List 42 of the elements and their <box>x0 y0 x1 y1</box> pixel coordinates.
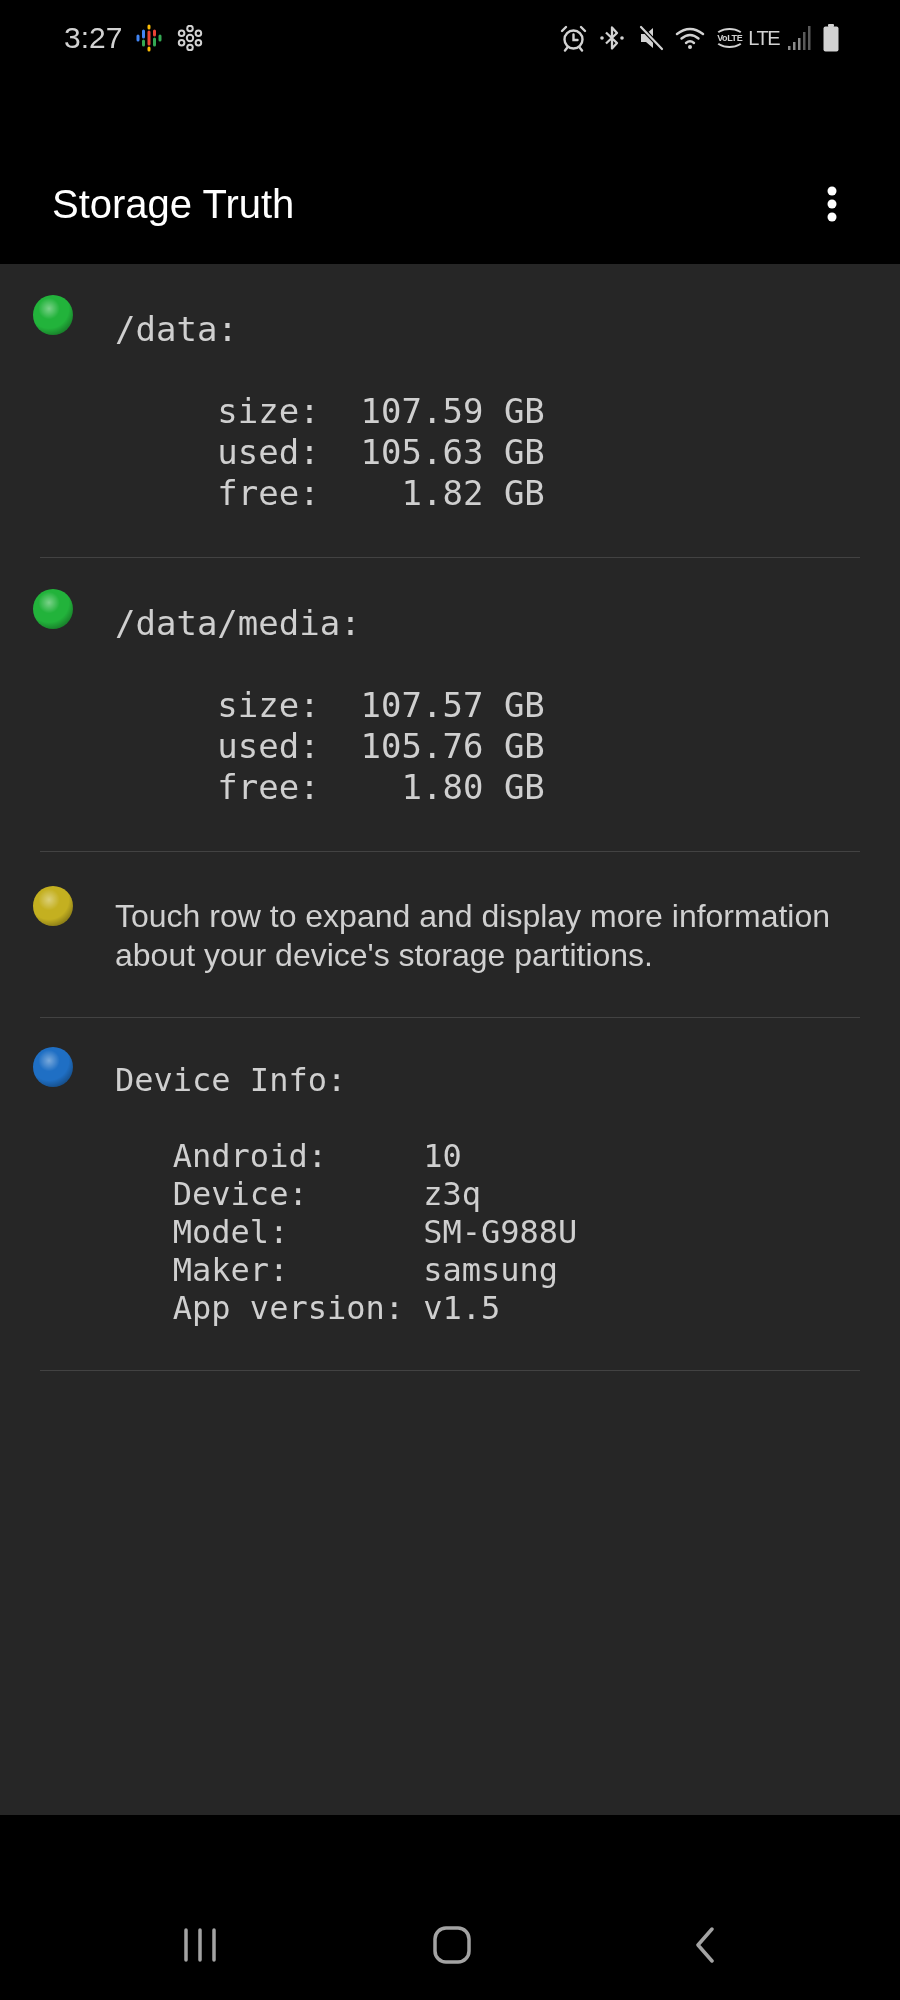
info-value: SM-G988U <box>423 1213 578 1251</box>
recent-apps-icon[interactable] <box>183 1927 217 1963</box>
network-type-label: LTE <box>748 26 779 50</box>
wifi-icon <box>675 26 706 50</box>
stat-label: used: <box>217 432 320 473</box>
signal-icon <box>787 25 811 51</box>
info-label: Android: <box>172 1137 327 1175</box>
stat-value: 1.80 GB <box>401 767 545 808</box>
nodes-icon <box>177 25 204 51</box>
mute-icon <box>638 25 665 51</box>
app-title: Storage Truth <box>52 181 296 228</box>
battery-icon <box>823 24 839 52</box>
info-value: v1.5 <box>423 1289 501 1327</box>
info-label: Model: <box>172 1213 289 1251</box>
partition-path: /data: <box>115 309 238 350</box>
more-menu-icon[interactable] <box>827 186 837 222</box>
bluetooth-icon <box>600 25 625 51</box>
stat-label: size: <box>217 391 320 432</box>
section-title: Device Info: <box>115 1061 347 1099</box>
partition-path: /data/media: <box>115 603 361 644</box>
home-icon[interactable] <box>433 1926 471 1964</box>
info-value: 10 <box>423 1137 462 1175</box>
volte-indicator: VoLTE <box>714 28 746 48</box>
info-label: Device: <box>172 1175 308 1213</box>
stat-label: size: <box>217 685 320 726</box>
stat-value: 1.82 GB <box>401 473 545 514</box>
stat-label: used: <box>217 726 320 767</box>
stat-label: free: <box>217 767 320 808</box>
sound-bars-icon <box>136 24 163 52</box>
info-value: z3q <box>423 1175 482 1213</box>
status-time: 3:27 <box>64 21 123 55</box>
stat-value: 107.59 GB <box>360 391 545 432</box>
back-icon[interactable] <box>695 1927 715 1963</box>
stat-value: 105.76 GB <box>360 726 545 767</box>
stat-value: 105.63 GB <box>360 432 545 473</box>
hint-text: Touch row to expand and display more information about your device's storage partitions. <box>115 897 832 975</box>
info-label: Maker: <box>172 1251 289 1289</box>
stat-label: free: <box>217 473 320 514</box>
stat-value: 107.57 GB <box>360 685 545 726</box>
alarm-clock-icon <box>560 24 588 52</box>
info-value: samsung <box>423 1251 559 1289</box>
info-label: App version: <box>172 1289 404 1327</box>
